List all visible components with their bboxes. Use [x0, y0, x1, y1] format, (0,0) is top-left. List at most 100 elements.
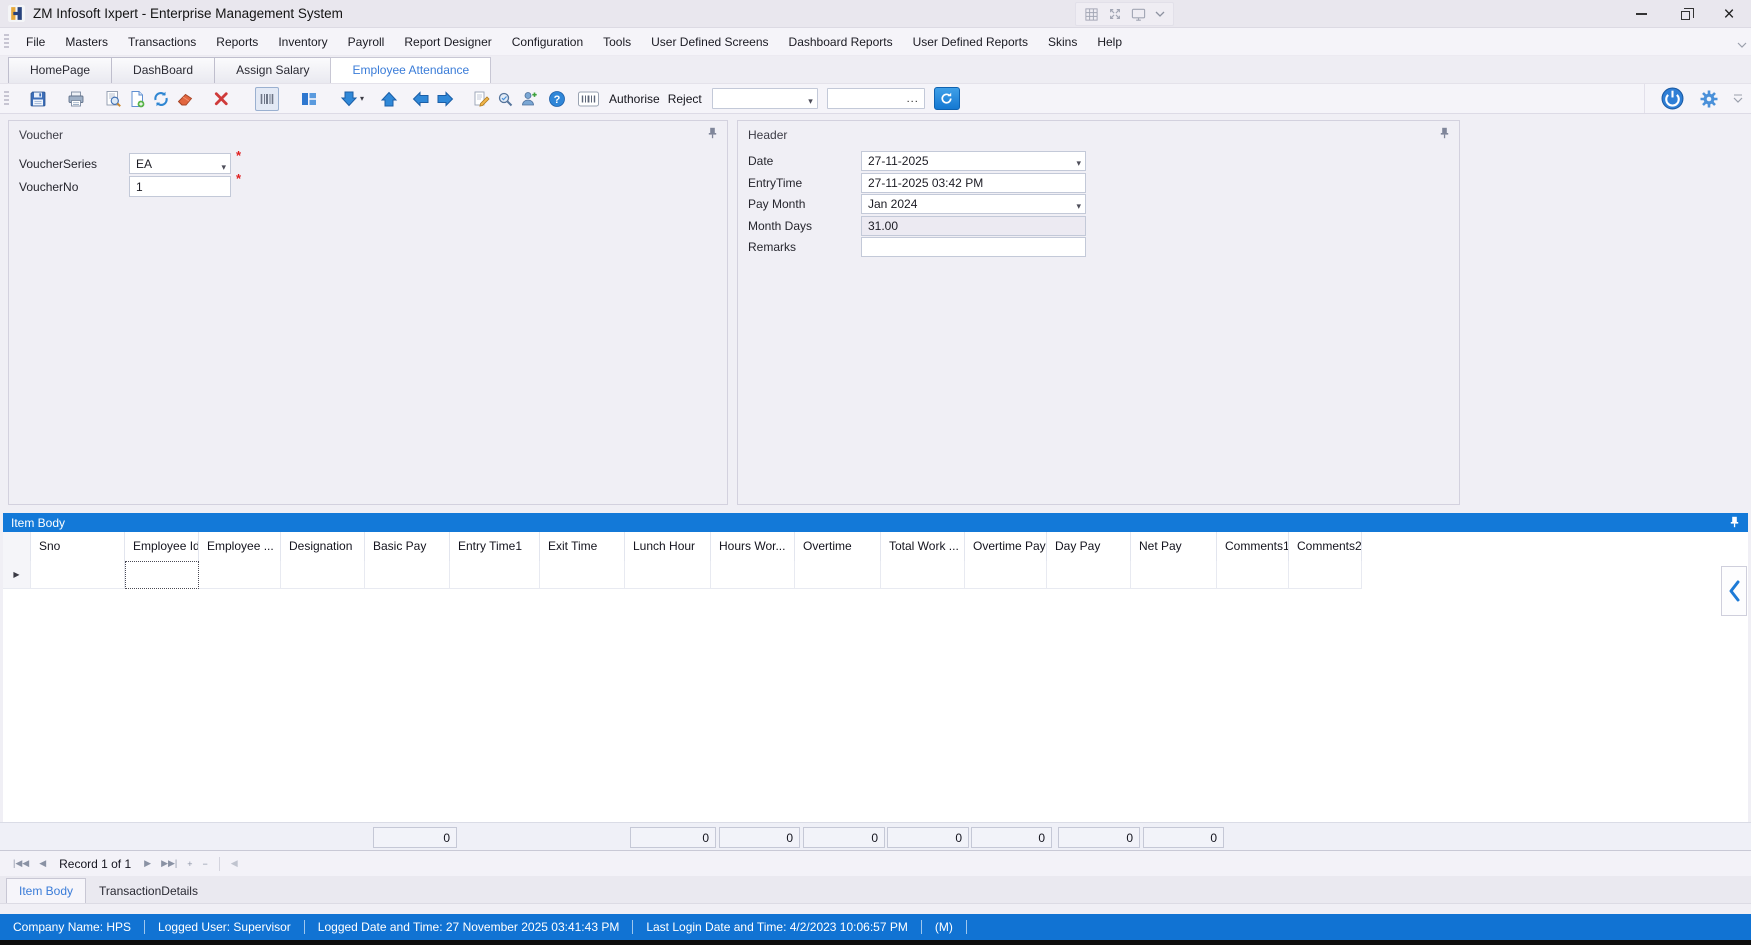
grid-cell[interactable] [365, 561, 450, 589]
column-header-employee-id[interactable]: Employee Id [125, 532, 199, 561]
add-user-button[interactable] [517, 87, 541, 111]
new-document-button[interactable] [125, 87, 149, 111]
navigator-button[interactable]: ◀ [34, 858, 51, 869]
chevron-down-icon[interactable] [1076, 155, 1081, 169]
close-button[interactable] [1707, 0, 1751, 28]
navigator-button[interactable]: ▶ [139, 858, 156, 869]
chevron-down-icon[interactable] [221, 159, 226, 173]
menu-item[interactable]: Dashboard Reports [779, 30, 903, 54]
column-header-day-pay[interactable]: Day Pay [1047, 532, 1131, 561]
menu-overflow-chevron-icon[interactable] [1737, 37, 1747, 51]
column-header-comments2[interactable]: Comments2 [1289, 532, 1362, 561]
grid-data-row[interactable] [3, 561, 1362, 589]
chevron-down-icon[interactable] [808, 93, 813, 107]
menu-item[interactable]: User Defined Reports [903, 30, 1038, 54]
reject-button[interactable]: Reject [666, 92, 704, 106]
navigator-extra-button[interactable]: ◀ [226, 858, 243, 869]
column-header-basic-pay[interactable]: Basic Pay [365, 532, 450, 561]
field-input[interactable]: Jan 2024 [861, 194, 1086, 214]
field-input[interactable] [861, 237, 1086, 257]
menu-item[interactable]: Help [1087, 30, 1132, 54]
delete-button[interactable] [209, 87, 233, 111]
navigator-button[interactable]: − [198, 858, 213, 869]
column-header-hours-wor[interactable]: Hours Wor... [711, 532, 795, 561]
help-button[interactable]: ? [545, 87, 569, 111]
reload-button[interactable] [934, 87, 960, 110]
refresh-button[interactable] [149, 87, 173, 111]
barcode-entry-button[interactable] [574, 87, 602, 111]
menu-item[interactable]: Report Designer [394, 30, 501, 54]
grid-cell[interactable] [450, 561, 540, 589]
field-input[interactable]: 27-11-2025 [861, 151, 1086, 171]
grid-cell[interactable] [881, 561, 965, 589]
column-header-sno[interactable]: Sno [31, 532, 125, 561]
grid-cell[interactable] [1047, 561, 1131, 589]
menu-item[interactable]: Reports [206, 30, 268, 54]
menu-item[interactable]: Transactions [118, 30, 206, 54]
voucher-no-input[interactable]: 1 [129, 176, 231, 197]
menu-item[interactable]: User Defined Screens [641, 30, 778, 54]
grid-cell[interactable] [540, 561, 625, 589]
menu-item[interactable]: File [16, 30, 55, 54]
grid-cell[interactable] [1289, 561, 1362, 589]
menu-item[interactable]: Inventory [268, 30, 337, 54]
detail-tab[interactable]: TransactionDetails [86, 878, 211, 903]
grid-cell[interactable] [1217, 561, 1289, 589]
row-indicator-header[interactable] [3, 532, 31, 561]
move-down-button[interactable] [335, 87, 369, 111]
column-header-overtime-pay[interactable]: Overtime Pay [965, 532, 1047, 561]
column-header-exit-time[interactable]: Exit Time [540, 532, 625, 561]
document-tab[interactable]: DashBoard [111, 57, 215, 83]
drag-grip[interactable] [4, 34, 9, 50]
menu-item[interactable]: Skins [1038, 30, 1087, 54]
field-input[interactable]: 27-11-2025 03:42 PM [861, 173, 1086, 193]
navigator-button[interactable]: ▶▶| [156, 858, 182, 869]
column-header-employee[interactable]: Employee ... [199, 532, 281, 561]
column-header-total-work[interactable]: Total Work ... [881, 532, 965, 561]
chevron-down-icon[interactable] [1076, 198, 1081, 212]
grid-cell[interactable] [281, 561, 365, 589]
grid-cell[interactable] [965, 561, 1047, 589]
save-button[interactable] [26, 87, 50, 111]
print-button[interactable] [64, 87, 88, 111]
menu-item[interactable]: Payroll [338, 30, 395, 54]
menu-item[interactable]: Tools [593, 30, 641, 54]
print-preview-button[interactable] [101, 87, 125, 111]
move-right-button[interactable] [433, 87, 457, 111]
detail-tab[interactable]: Item Body [6, 878, 86, 903]
navigator-button[interactable]: + [182, 858, 197, 869]
document-tab[interactable]: HomePage [8, 57, 112, 83]
erase-button[interactable] [173, 87, 197, 111]
column-header-designation[interactable]: Designation [281, 532, 365, 561]
grid-cell[interactable] [711, 561, 795, 589]
column-header-entry-time1[interactable]: Entry Time1 [450, 532, 540, 561]
voucher-series-combobox[interactable]: EA [129, 153, 231, 174]
menu-item[interactable]: Configuration [502, 30, 593, 54]
chevron-down-icon[interactable] [1155, 11, 1165, 17]
grid-cell-focused[interactable] [125, 561, 199, 589]
toolbar-overflow-icon[interactable] [1733, 92, 1743, 106]
column-header-comments1[interactable]: Comments1 [1217, 532, 1289, 561]
move-up-button[interactable] [377, 87, 401, 111]
monitor-icon[interactable] [1131, 7, 1146, 22]
collapse-panel-handle[interactable] [1721, 566, 1747, 616]
document-tab[interactable]: Employee Attendance [330, 57, 491, 83]
column-header-net-pay[interactable]: Net Pay [1131, 532, 1217, 561]
minimize-button[interactable] [1619, 0, 1663, 28]
restore-button[interactable] [1663, 0, 1707, 28]
navigator-button[interactable]: |◀◀ [8, 858, 34, 869]
browse-button[interactable]: ... [904, 91, 922, 106]
menu-item[interactable]: Masters [55, 30, 118, 54]
status-combobox[interactable] [712, 88, 818, 109]
column-header-overtime[interactable]: Overtime [795, 532, 881, 561]
document-tab[interactable]: Assign Salary [214, 57, 331, 83]
column-header-lunch-hour[interactable]: Lunch Hour [625, 532, 711, 561]
move-left-button[interactable] [409, 87, 433, 111]
grid-cell[interactable] [199, 561, 281, 589]
authorise-button[interactable]: Authorise [607, 92, 662, 106]
column-layout-button[interactable] [297, 87, 321, 111]
pin-button[interactable] [1438, 127, 1451, 141]
field-input[interactable]: 31.00 [861, 216, 1086, 236]
table-view-icon[interactable] [1084, 7, 1099, 22]
settings-button[interactable] [1697, 87, 1721, 111]
